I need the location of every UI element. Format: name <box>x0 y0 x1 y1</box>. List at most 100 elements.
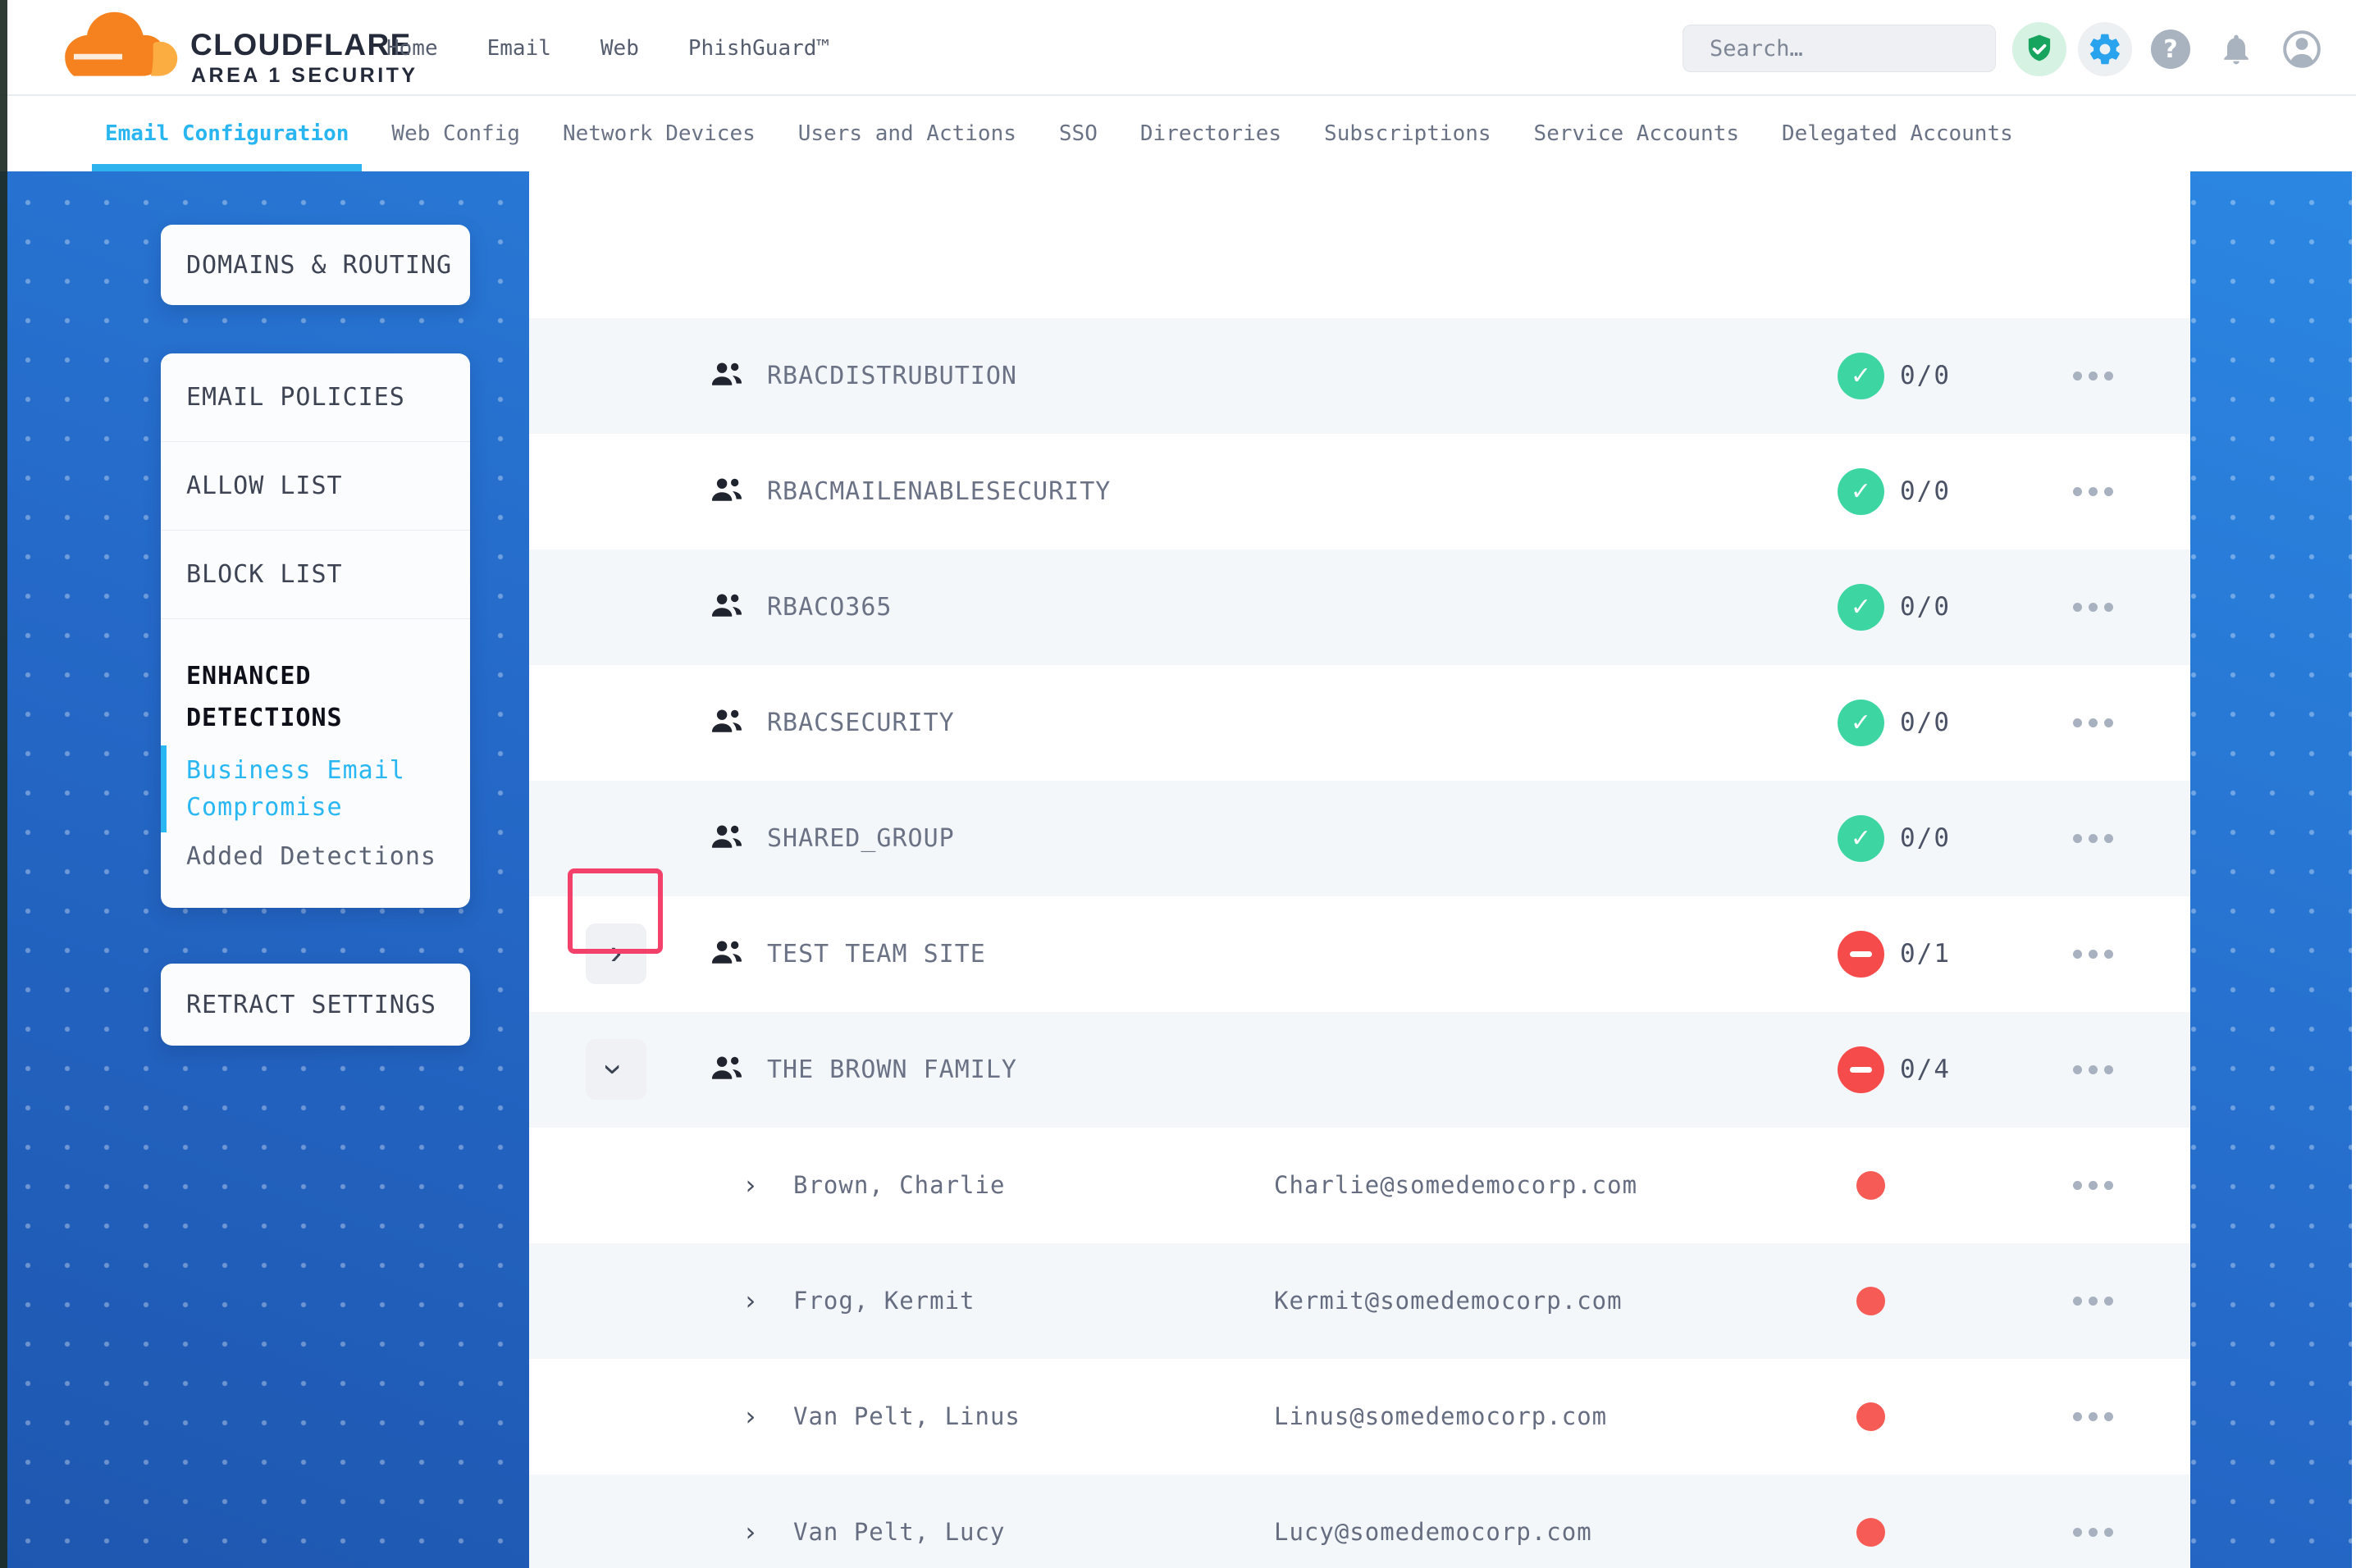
row-menu-button[interactable] <box>2073 781 2113 896</box>
row-menu-button[interactable] <box>2073 1359 2113 1475</box>
collapse-group-button[interactable]: › <box>586 1039 646 1100</box>
group-people-icon <box>710 823 744 854</box>
member-count: 0/0 <box>1900 434 1951 549</box>
table-row-rbacmailenablesecurity[interactable]: RBACMAILENABLESECURITY ✓ 0/0 <box>529 434 2190 549</box>
notifications-bell-icon[interactable] <box>2209 22 2263 76</box>
user-account-icon[interactable] <box>2275 22 2329 76</box>
chevron-right-icon[interactable]: › <box>742 1243 758 1359</box>
alert-dot <box>1856 1171 1885 1200</box>
search-input[interactable] <box>1710 36 1991 62</box>
member-count: 0/0 <box>1900 549 1951 665</box>
nav-item-home[interactable]: Home <box>386 36 438 61</box>
status-alert-badge <box>1838 931 1884 978</box>
sidebar-label[interactable]: ALLOW LIST <box>186 472 343 500</box>
member-email: Lucy@somedemocorp.com <box>1274 1475 1592 1568</box>
top-navigation: Home Email Web PhishGuard™ <box>386 0 829 96</box>
table-row-frog-kermit[interactable]: › Frog, Kermit Kermit@somedemocorp.com <box>529 1243 2190 1359</box>
sidebar-item-block-list[interactable]: BLOCK LIST <box>161 531 470 619</box>
table-row-rbaco365[interactable]: RBACO365 ✓ 0/0 <box>529 549 2190 665</box>
sidebar-email-policies-card: EMAIL POLICIES ALLOW LIST BLOCK LIST ENH… <box>161 353 470 908</box>
nav-item-web[interactable]: Web <box>600 36 639 61</box>
help-icon[interactable]: ? <box>2144 22 2198 76</box>
row-menu-button[interactable] <box>2073 1128 2113 1243</box>
group-name: TEST TEAM SITE <box>767 896 986 1012</box>
group-people-icon <box>710 476 744 507</box>
group-name: RBACMAILENABLESECURITY <box>767 434 1111 549</box>
row-menu-button[interactable] <box>2073 1475 2113 1568</box>
tab-web-config[interactable]: Web Config <box>391 96 520 171</box>
screen-right-edge <box>2352 171 2356 1568</box>
sidebar-heading-enhanced-detections: ENHANCED DETECTIONS <box>161 619 431 739</box>
table-row-rbacdistrubution[interactable]: RBACDISTRUBUTION ✓ 0/0 <box>529 318 2190 434</box>
sidebar-item-added-detections[interactable]: Added Detections <box>161 842 470 871</box>
sidebar-item-allow-list[interactable]: ALLOW LIST <box>161 442 470 531</box>
tab-sso[interactable]: SSO <box>1059 96 1098 171</box>
group-people-icon <box>710 707 744 738</box>
sidebar-item-email-policies[interactable]: EMAIL POLICIES <box>161 353 470 442</box>
minus-icon <box>1850 1067 1872 1073</box>
row-menu-button[interactable] <box>2073 318 2113 434</box>
table-row-the-brown-family[interactable]: › THE BROWN FAMILY 0/4 <box>529 1012 2190 1128</box>
alert-dot <box>1856 1518 1885 1547</box>
member-name: Van Pelt, Linus <box>793 1359 1020 1475</box>
brand-title[interactable]: CLOUDFLARE <box>190 28 412 62</box>
sidebar-label[interactable]: RETRACT SETTINGS <box>186 991 436 1019</box>
table-row-brown-charlie[interactable]: › Brown, Charlie Charlie@somedemocorp.co… <box>529 1128 2190 1243</box>
nav-item-email[interactable]: Email <box>487 36 551 61</box>
status-ok-badge: ✓ <box>1838 815 1884 862</box>
status-alert-badge <box>1838 1046 1884 1093</box>
group-name: RBACO365 <box>767 549 893 665</box>
sidebar-label[interactable]: EMAIL POLICIES <box>186 383 405 412</box>
tab-subscriptions[interactable]: Subscriptions <box>1324 96 1491 171</box>
table-row-van-pelt-linus[interactable]: › Van Pelt, Linus Linus@somedemocorp.com <box>529 1359 2190 1475</box>
chevron-right-icon[interactable]: › <box>742 1128 758 1243</box>
row-menu-button[interactable] <box>2073 665 2113 781</box>
member-count: 0/1 <box>1900 896 1951 1012</box>
member-email: Kermit@somedemocorp.com <box>1274 1243 1623 1359</box>
group-list-panel: RBACDISTRUBUTION ✓ 0/0 RBACMAILENABLESEC… <box>529 171 2190 1568</box>
config-tabs: Email Configuration Web Config Network D… <box>0 96 2356 171</box>
member-email: Charlie@somedemocorp.com <box>1274 1128 1637 1243</box>
nav-item-phishguard[interactable]: PhishGuard™ <box>688 36 829 61</box>
member-count: 0/0 <box>1900 665 1951 781</box>
status-ok-badge: ✓ <box>1838 353 1884 399</box>
row-menu-button[interactable] <box>2073 549 2113 665</box>
alert-dot <box>1856 1402 1885 1431</box>
search-box[interactable] <box>1683 25 1996 72</box>
member-count: 0/0 <box>1900 781 1951 896</box>
top-bar: CLOUDFLARE AREA 1 SECURITY Home Email We… <box>0 0 2356 96</box>
row-menu-button[interactable] <box>2073 1243 2113 1359</box>
group-name: RBACSECURITY <box>767 665 955 781</box>
tab-users-and-actions[interactable]: Users and Actions <box>798 96 1016 171</box>
sidebar-item-domains-routing[interactable]: DOMAINS & ROUTING <box>161 225 470 305</box>
brand-subtitle: AREA 1 SECURITY <box>191 64 418 88</box>
header-icons: ? <box>2012 22 2329 76</box>
row-menu-button[interactable] <box>2073 434 2113 549</box>
settings-gear-icon[interactable] <box>2078 22 2132 76</box>
chevron-right-icon[interactable]: › <box>742 1475 758 1568</box>
tab-network-devices[interactable]: Network Devices <box>563 96 756 171</box>
row-menu-button[interactable] <box>2073 1012 2113 1128</box>
sidebar-item-retract-settings[interactable]: RETRACT SETTINGS <box>161 964 470 1046</box>
group-name: THE BROWN FAMILY <box>767 1012 1017 1128</box>
sidebar-label[interactable]: BLOCK LIST <box>186 560 343 589</box>
status-ok-badge: ✓ <box>1838 468 1884 515</box>
security-shield-icon[interactable] <box>2012 22 2066 76</box>
table-row-test-team-site[interactable]: › TEST TEAM SITE 0/1 <box>529 896 2190 1012</box>
table-row-rbacsecurity[interactable]: RBACSECURITY ✓ 0/0 <box>529 665 2190 781</box>
tab-directories[interactable]: Directories <box>1140 96 1281 171</box>
tab-delegated-accounts[interactable]: Delegated Accounts <box>1782 96 2013 171</box>
tab-email-configuration[interactable]: Email Configuration <box>105 96 349 171</box>
member-count: 0/0 <box>1900 318 1951 434</box>
table-row-shared-group[interactable]: SHARED_GROUP ✓ 0/0 <box>529 781 2190 896</box>
tab-service-accounts[interactable]: Service Accounts <box>1534 96 1739 171</box>
table-row-van-pelt-lucy[interactable]: › Van Pelt, Lucy Lucy@somedemocorp.com <box>529 1475 2190 1568</box>
sidebar-label[interactable]: DOMAINS & ROUTING <box>186 251 452 280</box>
group-name: SHARED_GROUP <box>767 781 955 896</box>
row-menu-button[interactable] <box>2073 896 2113 1012</box>
member-name: Frog, Kermit <box>793 1243 975 1359</box>
chevron-right-icon[interactable]: › <box>742 1359 758 1475</box>
minus-icon <box>1850 951 1872 957</box>
sidebar-item-business-email-compromise[interactable]: Business Email Compromise <box>161 752 415 826</box>
status-ok-badge: ✓ <box>1838 700 1884 746</box>
